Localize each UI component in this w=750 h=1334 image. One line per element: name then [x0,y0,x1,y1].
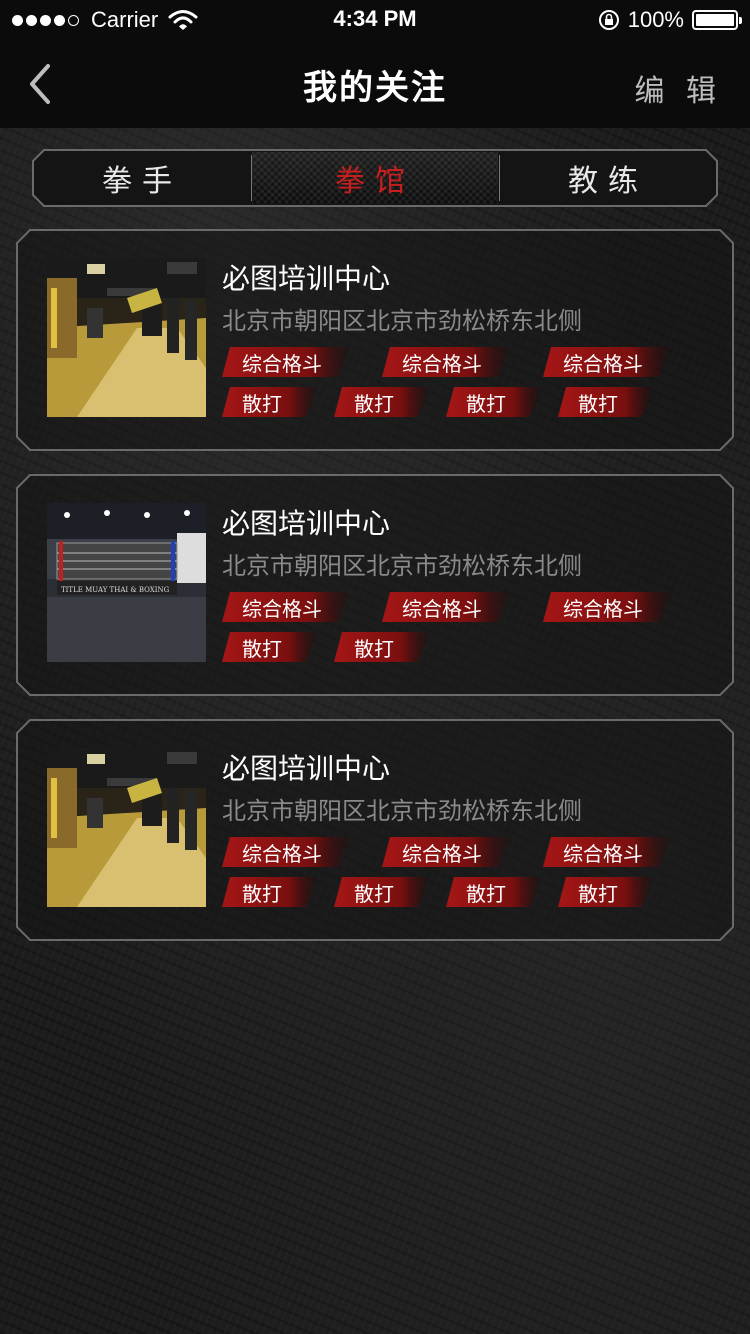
tag-label: 散打 [354,391,394,416]
wifi-icon [168,10,198,30]
tab-coaches[interactable]: 教练 [498,149,718,207]
tag-label: 综合格斗 [563,596,643,621]
style-tag: 散打 [334,877,430,907]
tag-label: 综合格斗 [563,351,643,376]
style-tag: 综合格斗 [222,592,350,622]
style-tag: 散打 [446,387,542,417]
rotation-lock-icon [598,10,619,30]
style-tag: 综合格斗 [382,837,510,867]
carrier-label: Carrier [91,7,159,32]
gym-name: 必图培训中心 [222,752,391,785]
style-tag: 散打 [222,387,318,417]
style-tag: 综合格斗 [543,347,671,377]
gym-address: 北京市朝阳区北京市劲松桥东北侧 [222,797,582,825]
gym-name: 必图培训中心 [222,262,391,295]
signal-dot [26,14,37,26]
tag-label: 综合格斗 [402,841,482,866]
style-tag: 综合格斗 [382,592,510,622]
category-tabs: 拳手 拳馆 教练 [32,149,718,207]
tag-label: 综合格斗 [563,841,643,866]
tag-label: 散打 [242,881,282,906]
gym-address: 北京市朝阳区北京市劲松桥东北侧 [222,552,582,580]
tag-label: 综合格斗 [242,596,322,621]
style-tag: 散打 [222,632,318,662]
signal-dot [40,14,51,26]
tag-label: 散打 [578,391,618,416]
style-tag: 散打 [446,877,542,907]
tag-label: 散打 [242,636,282,661]
tag-label: 综合格斗 [402,351,482,376]
tag-label: 散打 [354,881,394,906]
tag-label: 综合格斗 [242,351,322,376]
gym-photo: TITLE MUAY THAI & BOXING [47,503,206,662]
style-tag: 散打 [222,877,318,907]
status-left: Carrier [12,6,198,34]
style-tag: 综合格斗 [543,592,671,622]
style-tag: 综合格斗 [222,347,350,377]
style-tag: 散打 [558,387,654,417]
gym-card[interactable]: 必图培训中心 北京市朝阳区北京市劲松桥东北侧 综合格斗 综合格斗 综合格斗 散打… [16,719,734,941]
tag-label: 散打 [466,881,506,906]
signal-strength-icon [12,14,79,26]
style-tag: 散打 [558,877,654,907]
svg-text:TITLE MUAY THAI & BOXING: TITLE MUAY THAI & BOXING [61,586,170,594]
nav-bar: 我的关注 编 辑 [0,40,750,128]
tab-boxers[interactable]: 拳手 [32,149,252,207]
style-tag: 综合格斗 [222,837,350,867]
status-right: 100% [598,6,742,34]
style-tag: 散打 [334,632,430,662]
style-tag: 综合格斗 [543,837,671,867]
status-bar: Carrier 4:34 PM 100% [0,0,750,40]
tag-label: 散打 [354,636,394,661]
battery-percent: 100% [627,7,684,32]
style-tag: 综合格斗 [382,347,510,377]
tag-label: 散打 [242,391,282,416]
gym-address: 北京市朝阳区北京市劲松桥东北侧 [222,307,582,335]
chevron-left-icon [30,64,50,104]
gym-card[interactable]: 必图培训中心 北京市朝阳区北京市劲松桥东北侧 综合格斗 综合格斗 综合格斗 散打… [16,229,734,451]
gym-photo [47,748,206,907]
style-tag: 散打 [334,387,430,417]
tag-label: 综合格斗 [402,596,482,621]
tab-gyms[interactable]: 拳馆 [252,149,498,207]
signal-dot [68,14,79,26]
battery-icon [692,10,742,30]
tag-label: 散打 [466,391,506,416]
tag-label: 综合格斗 [242,841,322,866]
back-button[interactable] [22,60,66,108]
signal-dot [12,14,23,26]
signal-dot [54,14,65,26]
gym-name: 必图培训中心 [222,507,391,540]
gym-card[interactable]: TITLE MUAY THAI & BOXING 必图培训中心 北京市朝阳区北京… [16,474,734,696]
tag-label: 散打 [578,881,618,906]
gym-photo [47,258,206,417]
edit-button[interactable]: 编 辑 [634,66,722,110]
